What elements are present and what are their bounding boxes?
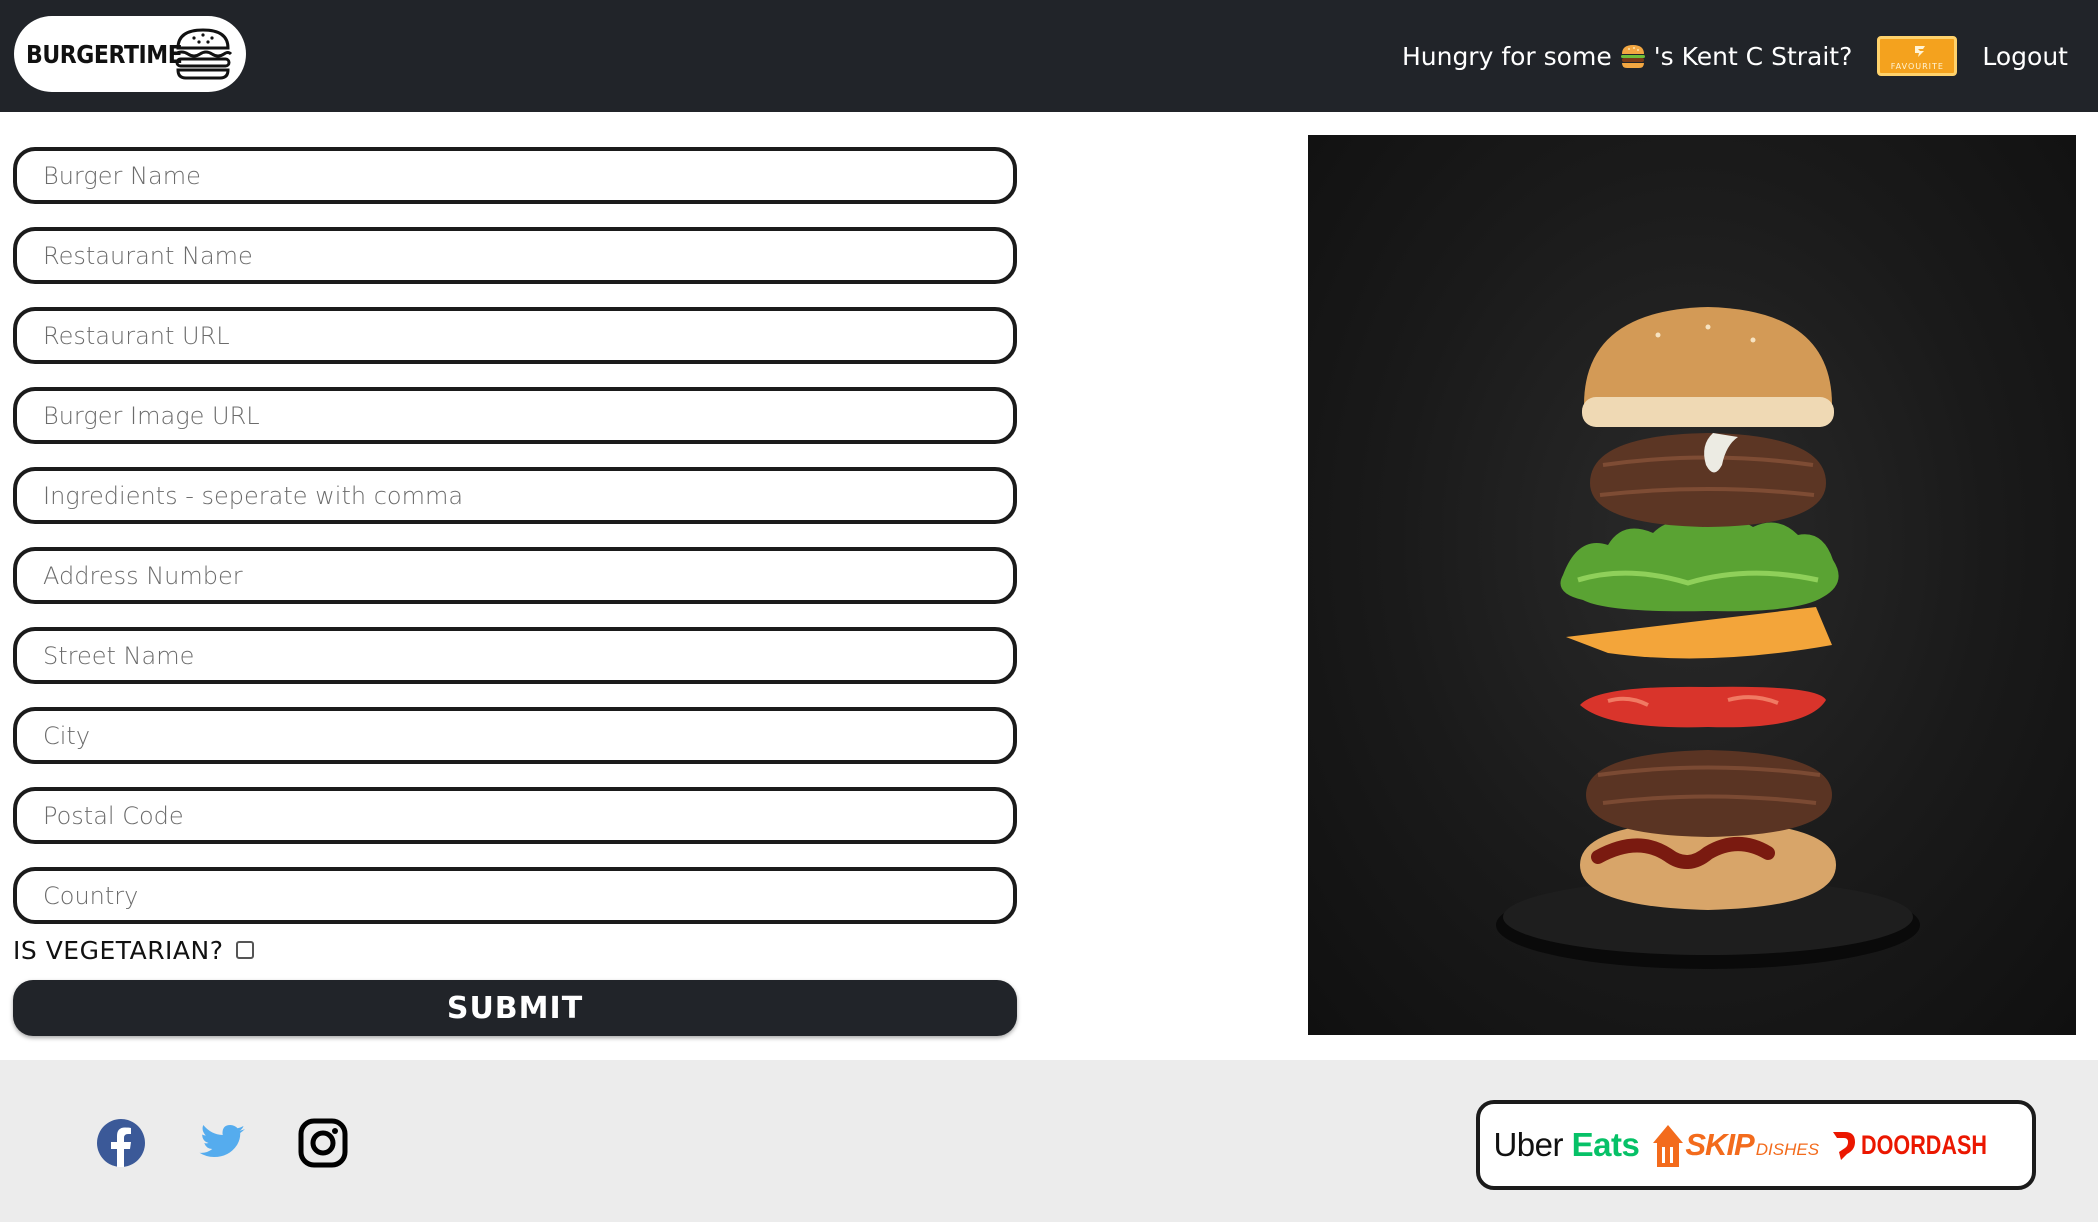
burger-image-url-input[interactable]: [13, 387, 1017, 444]
skip-wordmark: SKIP: [1685, 1127, 1754, 1162]
doordash-logo[interactable]: DOORDASH: [1831, 1128, 2019, 1162]
vegetarian-label: IS VEGETARIAN?: [13, 935, 224, 965]
address-number-input[interactable]: [13, 547, 1017, 604]
skip-the-dishes-logo[interactable]: SKIP DISHES: [1651, 1121, 1819, 1169]
burger-name-input[interactable]: [13, 147, 1017, 204]
favourite-label: FAVOURITE: [1890, 62, 1944, 71]
city-input[interactable]: [13, 707, 1017, 764]
delivery-partners: Uber Eats SKIP DISHES DOORDASH: [1476, 1100, 2036, 1190]
instagram-icon[interactable]: [298, 1118, 348, 1168]
vegetarian-row: IS VEGETARIAN?: [13, 934, 254, 966]
uber-eats-word-uber: Uber: [1493, 1126, 1563, 1163]
burger-hero-image: [1308, 135, 2076, 1035]
uber-eats-word-eats: Eats: [1571, 1126, 1640, 1163]
footer: Uber Eats SKIP DISHES DOORDASH: [0, 1060, 2098, 1222]
country-input[interactable]: [13, 867, 1017, 924]
street-name-input[interactable]: [13, 627, 1017, 684]
skip-dishes-wordmark: DISHES: [1755, 1140, 1820, 1159]
greeting: Hungry for some 's Kent C Strait?: [1402, 42, 1852, 71]
uber-eats-logo[interactable]: Uber Eats: [1493, 1126, 1639, 1164]
favourite-button[interactable]: FAVOURITE: [1877, 36, 1958, 76]
restaurant-name-input[interactable]: [13, 227, 1017, 284]
favourite-icon: [1915, 46, 1926, 57]
ingredients-input[interactable]: [13, 467, 1017, 524]
navbar: BURGERTIME Hungry for some 's Kent C Str…: [0, 0, 2098, 112]
doordash-wordmark: DOORDASH: [1861, 1129, 1988, 1160]
logout-link[interactable]: Logout: [1982, 42, 2068, 71]
brand-name: BURGERTIME: [26, 39, 183, 69]
brand-logo[interactable]: BURGERTIME: [14, 16, 246, 92]
skip-house-icon: [1653, 1125, 1684, 1167]
add-burger-form: [13, 147, 1017, 947]
exploded-burger-illustration: [1496, 307, 1920, 969]
twitter-icon[interactable]: [198, 1118, 248, 1168]
postal-code-input[interactable]: [13, 787, 1017, 844]
facebook-icon[interactable]: [96, 1118, 146, 1168]
nav-right: Hungry for some 's Kent C Strait? FAVOUR…: [1402, 0, 2068, 112]
burger-logo-icon: [174, 28, 233, 80]
doordash-mark-icon: [1833, 1132, 1856, 1160]
burger-emoji-icon: [1620, 45, 1645, 68]
greeting-suffix: 's Kent C Strait?: [1653, 41, 1853, 71]
vegetarian-checkbox[interactable]: [235, 941, 254, 959]
restaurant-url-input[interactable]: [13, 307, 1017, 364]
submit-button[interactable]: SUBMIT: [13, 980, 1017, 1036]
greeting-prefix: Hungry for some: [1401, 41, 1612, 71]
